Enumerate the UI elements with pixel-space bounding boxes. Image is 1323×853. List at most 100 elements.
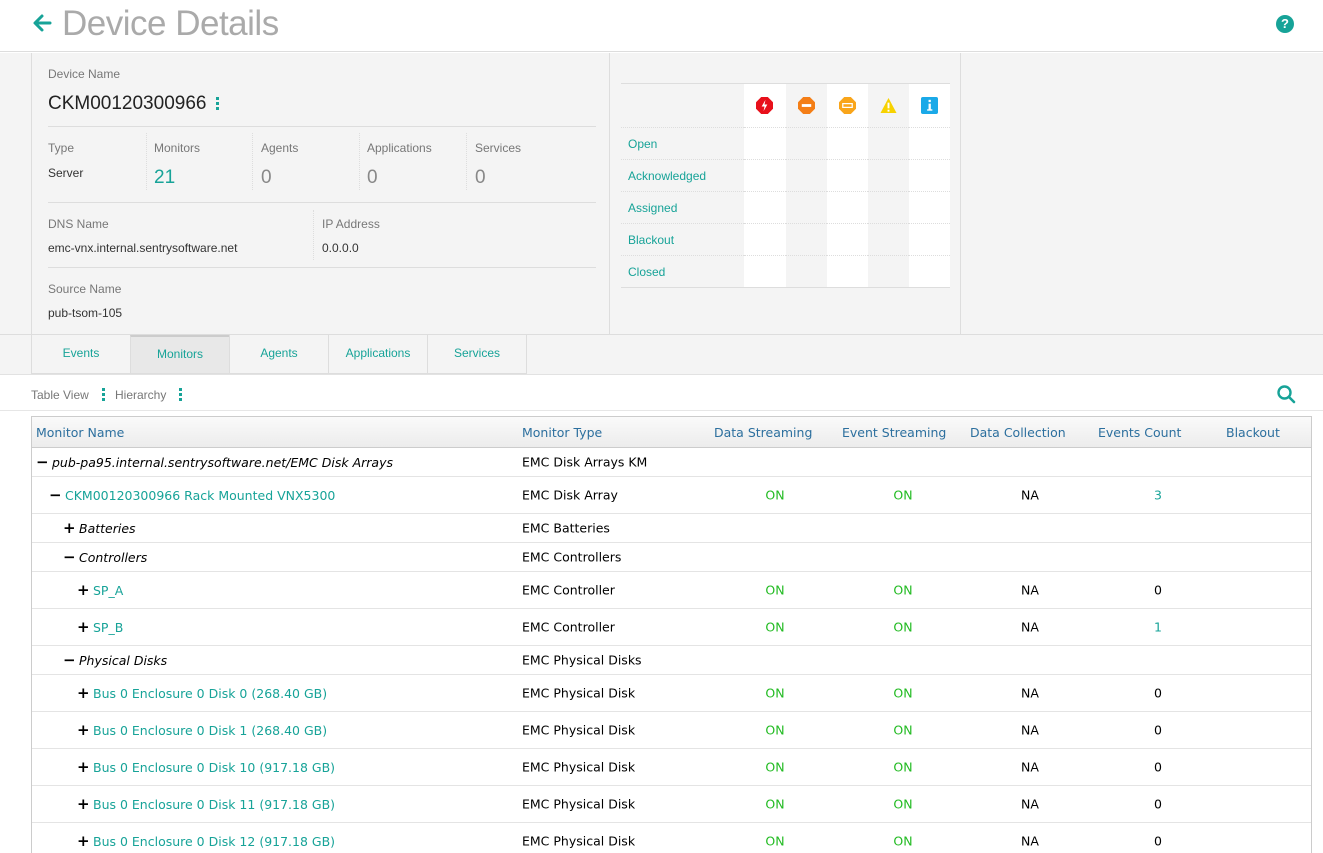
- events-row-closed: Closed: [621, 255, 950, 288]
- collapse-icon[interactable]: −: [36, 453, 49, 471]
- column-header-monitor-name[interactable]: Monitor Name: [36, 425, 124, 440]
- hierarchy-kebab-icon[interactable]: [179, 386, 183, 403]
- column-header-events-count[interactable]: Events Count: [1098, 425, 1181, 440]
- monitor-name[interactable]: CKM00120300966 Rack Mounted VNX5300: [65, 488, 335, 503]
- collapse-icon[interactable]: −: [63, 651, 76, 669]
- services-label: Services: [475, 141, 522, 155]
- events-row-label[interactable]: Acknowledged: [621, 159, 745, 192]
- events-row-label[interactable]: Assigned: [621, 191, 745, 224]
- expand-icon[interactable]: +: [77, 618, 90, 636]
- expand-icon[interactable]: +: [77, 795, 90, 813]
- critical-icon[interactable]: [756, 97, 774, 114]
- monitor-name[interactable]: Bus 0 Enclosure 0 Disk 12 (917.18 GB): [93, 834, 335, 849]
- monitor-name-cell: − Controllers: [63, 548, 147, 566]
- data-collection-cell: NA: [1021, 582, 1039, 598]
- table-row[interactable]: + SP_B EMC Controller ON ON NA 1: [32, 609, 1311, 646]
- table-row[interactable]: − pub-pa95.internal.sentrysoftware.net/EM…: [32, 448, 1311, 477]
- column-header-data-collection[interactable]: Data Collection: [970, 425, 1066, 440]
- event-streaming-cell: ON: [893, 619, 913, 635]
- collapse-icon[interactable]: −: [49, 486, 62, 504]
- monitor-type-cell: EMC Physical Disks: [522, 652, 642, 668]
- monitor-type-cell: EMC Controllers: [522, 549, 622, 565]
- monitor-name: pub-pa95.internal.sentrysoftware.net/EMC…: [52, 455, 393, 470]
- monitor-name[interactable]: Bus 0 Enclosure 0 Disk 0 (268.40 GB): [93, 686, 327, 701]
- table-row[interactable]: − CKM00120300966 Rack Mounted VNX5300 EMC …: [32, 477, 1311, 514]
- monitor-name[interactable]: Bus 0 Enclosure 0 Disk 1 (268.40 GB): [93, 723, 327, 738]
- source-label: Source Name: [48, 282, 122, 296]
- expand-icon[interactable]: +: [77, 832, 90, 850]
- monitor-type-cell: EMC Disk Array: [522, 487, 618, 503]
- expand-icon[interactable]: +: [77, 684, 90, 702]
- monitor-name-cell: + Bus 0 Enclosure 0 Disk 0 (268.40 GB): [77, 684, 327, 702]
- device-menu-kebab-icon[interactable]: [216, 95, 220, 112]
- monitor-name-cell: − Physical Disks: [63, 651, 167, 669]
- monitor-name[interactable]: Bus 0 Enclosure 0 Disk 11 (917.18 GB): [93, 797, 335, 812]
- event-streaming-cell: ON: [893, 833, 913, 849]
- device-name: CKM00120300966: [48, 93, 220, 115]
- tab-services[interactable]: Services: [427, 335, 527, 374]
- monitor-name[interactable]: SP_A: [93, 583, 123, 598]
- table-row[interactable]: + Bus 0 Enclosure 0 Disk 0 (268.40 GB) EMC…: [32, 675, 1311, 712]
- table-row[interactable]: + Bus 0 Enclosure 0 Disk 12 (917.18 GB) EM…: [32, 823, 1311, 853]
- divider: [48, 202, 596, 203]
- table-view-kebab-icon[interactable]: [102, 386, 106, 403]
- data-streaming-cell: ON: [765, 796, 785, 812]
- search-icon[interactable]: [1276, 384, 1296, 404]
- events-row-label[interactable]: Blackout: [621, 223, 745, 256]
- monitor-type-cell: EMC Physical Disk: [522, 833, 636, 849]
- table-row[interactable]: + Bus 0 Enclosure 0 Disk 11 (917.18 GB) EM…: [32, 786, 1311, 823]
- collapse-icon[interactable]: −: [63, 548, 76, 566]
- column-header-monitor-type[interactable]: Monitor Type: [522, 425, 602, 440]
- table-row[interactable]: + SP_A EMC Controller ON ON NA 0: [32, 572, 1311, 609]
- tab-agents[interactable]: Agents: [229, 335, 329, 374]
- column-header-event-streaming[interactable]: Event Streaming: [842, 425, 946, 440]
- table-row[interactable]: + Bus 0 Enclosure 0 Disk 1 (268.40 GB) EMC…: [32, 712, 1311, 749]
- expand-icon[interactable]: +: [77, 721, 90, 739]
- events-row-label[interactable]: Open: [621, 127, 745, 160]
- events-row-acknowledged: Acknowledged: [621, 159, 950, 192]
- data-streaming-cell: ON: [765, 487, 785, 503]
- monitor-type-cell: EMC Batteries: [522, 520, 610, 536]
- monitor-type-cell: EMC Physical Disk: [522, 759, 636, 775]
- services-count: 0: [475, 167, 486, 188]
- column-header-data-streaming[interactable]: Data Streaming: [714, 425, 812, 440]
- table-row[interactable]: + Bus 0 Enclosure 0 Disk 10 (917.18 GB) EM…: [32, 749, 1311, 786]
- tab-applications[interactable]: Applications: [328, 335, 428, 374]
- divider: [48, 126, 596, 127]
- event-streaming-cell: ON: [893, 759, 913, 775]
- events-count-cell: 0: [1154, 685, 1162, 701]
- applications-count: 0: [367, 167, 378, 188]
- monitors-count[interactable]: 21: [154, 167, 175, 189]
- agents-label: Agents: [261, 141, 299, 155]
- table-row[interactable]: − Controllers EMC Controllers: [32, 543, 1311, 572]
- expand-icon[interactable]: +: [63, 519, 76, 537]
- data-streaming-cell: ON: [765, 619, 785, 635]
- major-icon[interactable]: [797, 97, 815, 114]
- warning-icon[interactable]: [880, 97, 897, 114]
- table-view-toggle[interactable]: Table View: [31, 388, 89, 402]
- expand-icon[interactable]: +: [77, 758, 90, 776]
- monitor-type-cell: EMC Physical Disk: [522, 722, 636, 738]
- tab-monitors[interactable]: Monitors: [130, 335, 230, 374]
- table-row[interactable]: + Batteries EMC Batteries: [32, 514, 1311, 543]
- tab-events[interactable]: Events: [31, 335, 131, 374]
- monitor-name[interactable]: Bus 0 Enclosure 0 Disk 10 (917.18 GB): [93, 760, 335, 775]
- monitor-type-cell: EMC Controller: [522, 619, 615, 635]
- monitors-grid: Monitor Name Monitor Type Data Streaming…: [31, 416, 1312, 853]
- monitor-name[interactable]: SP_B: [93, 620, 123, 635]
- events-count-cell[interactable]: 1: [1118, 620, 1198, 635]
- column-header-blackout[interactable]: Blackout: [1226, 425, 1280, 440]
- source-value: pub-tsom-105: [48, 306, 123, 320]
- expand-icon[interactable]: +: [77, 581, 90, 599]
- minor-icon[interactable]: [838, 97, 856, 114]
- grid-header: Monitor Name Monitor Type Data Streaming…: [32, 417, 1311, 448]
- arrow-left-icon[interactable]: [30, 11, 54, 35]
- event-streaming-cell: ON: [893, 487, 913, 503]
- question-circle-icon[interactable]: ?: [1276, 15, 1294, 33]
- device-summary: Device Name CKM00120300966 Type Server M…: [0, 53, 1323, 335]
- info-icon[interactable]: [920, 97, 938, 114]
- events-row-label[interactable]: Closed: [621, 255, 745, 288]
- events-count-cell[interactable]: 3: [1118, 488, 1198, 503]
- hierarchy-toggle[interactable]: Hierarchy: [115, 388, 166, 402]
- table-row[interactable]: − Physical Disks EMC Physical Disks: [32, 646, 1311, 675]
